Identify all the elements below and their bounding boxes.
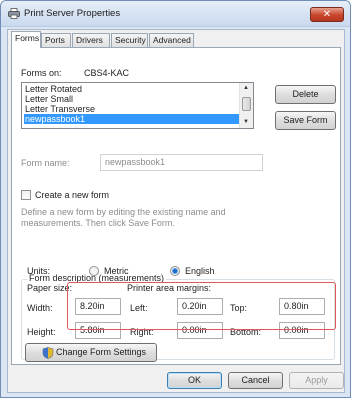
delete-button[interactable]: Delete [275, 85, 336, 104]
forms-list[interactable]: Letter Rotated Letter Small Letter Trans… [21, 82, 254, 129]
scroll-up-arrow-icon[interactable]: ▲ [243, 85, 249, 91]
form-name-field[interactable]: newpassbook1 [100, 154, 263, 171]
english-label[interactable]: English [185, 266, 215, 276]
tab-security-label: Security [115, 35, 146, 45]
scroll-down-arrow-icon[interactable]: ▼ [243, 119, 249, 125]
change-form-settings-label: Change Form Settings [56, 347, 147, 357]
list-scrollbar[interactable]: ▲ ▼ [239, 83, 253, 128]
forms-on-server: CBS4-KAC [84, 68, 130, 78]
tab-drivers-label: Drivers [76, 35, 103, 45]
tab-advanced[interactable]: Advanced [149, 33, 194, 47]
scrollbar-thumb[interactable] [242, 97, 251, 111]
height-label: Height: [27, 327, 56, 337]
list-item[interactable]: Letter Rotated [24, 84, 240, 94]
list-item[interactable]: Letter Transverse [24, 104, 240, 114]
paper-size-label: Paper size: [27, 283, 73, 293]
create-help-text-line2: measurements. Then click Save Form. [21, 218, 175, 228]
tab-advanced-label: Advanced [153, 35, 191, 45]
tab-drivers[interactable]: Drivers [72, 33, 110, 47]
create-new-form-checkbox[interactable] [21, 190, 31, 200]
tab-forms-label: Forms [15, 33, 40, 43]
cancel-button[interactable]: Cancel [228, 372, 283, 389]
create-new-form-label[interactable]: Create a new form [35, 190, 109, 200]
close-icon: ✕ [322, 9, 332, 20]
tab-forms[interactable]: Forms [11, 31, 41, 48]
change-form-settings-button[interactable]: Change Form Settings [25, 343, 157, 362]
print-server-properties-window: Print Server Properties ✕ Forms Ports Dr… [0, 0, 351, 398]
form-name-label: Form name: [21, 158, 70, 168]
dialog-client-area: Forms Ports Drivers Security Advanced Fo… [7, 29, 345, 393]
list-item[interactable]: Letter Small [24, 94, 240, 104]
save-form-button[interactable]: Save Form [275, 111, 336, 130]
apply-button[interactable]: Apply [289, 372, 344, 389]
margins-highlight-box [67, 282, 336, 330]
tab-ports-label: Ports [45, 35, 65, 45]
close-button[interactable]: ✕ [310, 7, 344, 22]
ok-button[interactable]: OK [167, 372, 222, 389]
printer-icon [8, 8, 20, 19]
metric-radio[interactable] [89, 266, 99, 276]
create-help-text-line1: Define a new form by editing the existin… [21, 207, 226, 217]
tab-security[interactable]: Security [111, 33, 148, 47]
title-bar[interactable]: Print Server Properties ✕ [1, 1, 350, 27]
forms-on-label: Forms on: [21, 68, 62, 78]
width-label: Width: [27, 303, 53, 313]
units-label: Units: [27, 266, 51, 276]
tab-ports[interactable]: Ports [41, 33, 71, 47]
english-radio[interactable] [170, 266, 180, 276]
metric-label[interactable]: Metric [104, 266, 129, 276]
list-item-selected[interactable]: newpassbook1 [24, 114, 240, 124]
shield-icon [42, 347, 54, 359]
window-title: Print Server Properties [24, 8, 121, 19]
